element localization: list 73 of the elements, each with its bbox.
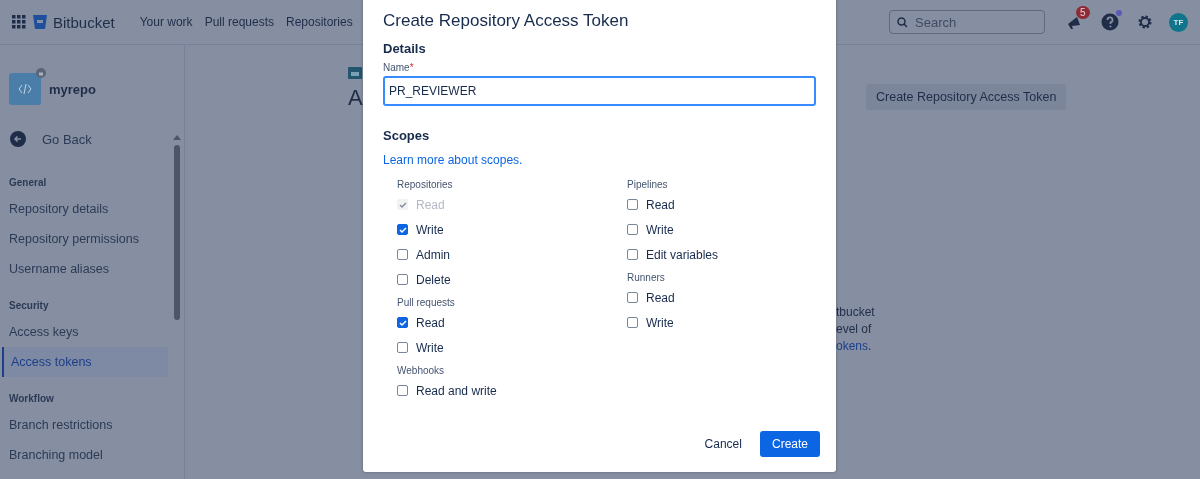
status-dot-icon — [1116, 10, 1122, 16]
checkbox[interactable] — [397, 249, 408, 260]
sidebar-item[interactable]: Branch restrictions — [0, 410, 159, 440]
nav-link[interactable]: Repositories — [283, 11, 356, 33]
checkbox[interactable] — [627, 224, 638, 235]
page-heading: A — [348, 85, 363, 111]
checkbox-label: Read and write — [416, 383, 497, 398]
sidebar-item[interactable]: Access tokens — [2, 347, 168, 377]
required-marker: * — [409, 62, 414, 73]
scrollbar-thumb[interactable] — [174, 145, 180, 320]
sidebar-item[interactable]: Access keys — [0, 317, 159, 347]
name-label: Name — [383, 62, 410, 73]
checkbox[interactable] — [627, 317, 638, 328]
checkbox-label: Write — [416, 222, 444, 237]
checkbox[interactable] — [397, 342, 408, 353]
scope-group-label: Repositories — [397, 179, 454, 190]
scopes-heading: Scopes — [383, 128, 431, 143]
megaphone-icon[interactable] — [1067, 15, 1081, 29]
create-token-button[interactable]: Create Repository Access Token — [866, 84, 1067, 110]
settings-icon[interactable] — [1137, 14, 1153, 30]
checkbox[interactable] — [397, 224, 408, 235]
scope-group-label: Pull requests — [397, 297, 456, 308]
scope-group-label: Pipelines — [627, 179, 669, 190]
checkbox-label: Read — [646, 290, 675, 305]
checkbox-label: Read — [646, 197, 675, 212]
scroll-up-icon[interactable] — [173, 135, 181, 140]
description-text: evel of — [836, 322, 872, 336]
code-icon — [18, 84, 32, 94]
nav-link[interactable]: Pull requests — [201, 11, 277, 33]
checkbox-label: Write — [646, 315, 674, 330]
checkbox[interactable] — [397, 385, 408, 396]
sidebar-item[interactable]: Branching model — [0, 440, 159, 470]
repository-name: myrepo — [49, 81, 96, 97]
settings-page-icon — [348, 67, 362, 79]
help-icon[interactable] — [1101, 13, 1119, 31]
scope-group-label: Runners — [627, 272, 666, 283]
bucket-logo-icon — [32, 14, 48, 30]
checkbox[interactable] — [627, 199, 638, 210]
user-avatar[interactable]: TF — [1169, 12, 1188, 32]
checkbox-label: Read — [416, 197, 445, 212]
checkbox[interactable] — [397, 317, 408, 328]
section-heading: Security — [8, 299, 50, 313]
checkbox-label: Write — [416, 340, 444, 355]
section-heading: Workflow — [8, 392, 55, 406]
checkbox-label: Delete — [416, 272, 451, 287]
brand-name[interactable]: Bitbucket — [53, 13, 115, 31]
sidebar-item[interactable]: Repository permissions — [0, 224, 159, 254]
notification-count: 5 — [1076, 6, 1090, 19]
checkbox[interactable] — [627, 249, 638, 260]
section-heading: General — [8, 176, 48, 190]
search-field[interactable]: Search — [889, 10, 1045, 34]
description-text: tbucket — [836, 305, 875, 319]
nav-link[interactable]: Your work — [136, 11, 196, 33]
search-icon — [897, 17, 908, 28]
checkbox-label: Admin — [416, 247, 450, 262]
sidebar-item[interactable]: Username aliases — [0, 254, 159, 284]
checkbox-label: Read — [416, 315, 445, 330]
cancel-button[interactable]: Cancel — [696, 431, 750, 457]
app-grid-icon[interactable] — [12, 15, 26, 29]
checkbox-label: Write — [646, 222, 674, 237]
dialog-title: Create Repository Access Token — [383, 11, 630, 31]
name-field[interactable]: PR_REVIEWER — [383, 76, 816, 106]
details-heading: Details — [383, 41, 427, 56]
checkbox[interactable] — [397, 274, 408, 285]
create-button[interactable]: Create — [759, 431, 820, 457]
scope-group-label: Webhooks — [397, 365, 446, 376]
learn-more-link[interactable]: Learn more about scopes. — [383, 153, 523, 167]
lock-icon — [36, 68, 46, 78]
sidebar-item[interactable]: Repository details — [0, 194, 159, 224]
description-text: . — [868, 339, 872, 353]
checkbox[interactable] — [627, 292, 638, 303]
go-back-link[interactable]: Go Back — [0, 109, 184, 161]
checkbox-label: Edit variables — [646, 247, 719, 262]
